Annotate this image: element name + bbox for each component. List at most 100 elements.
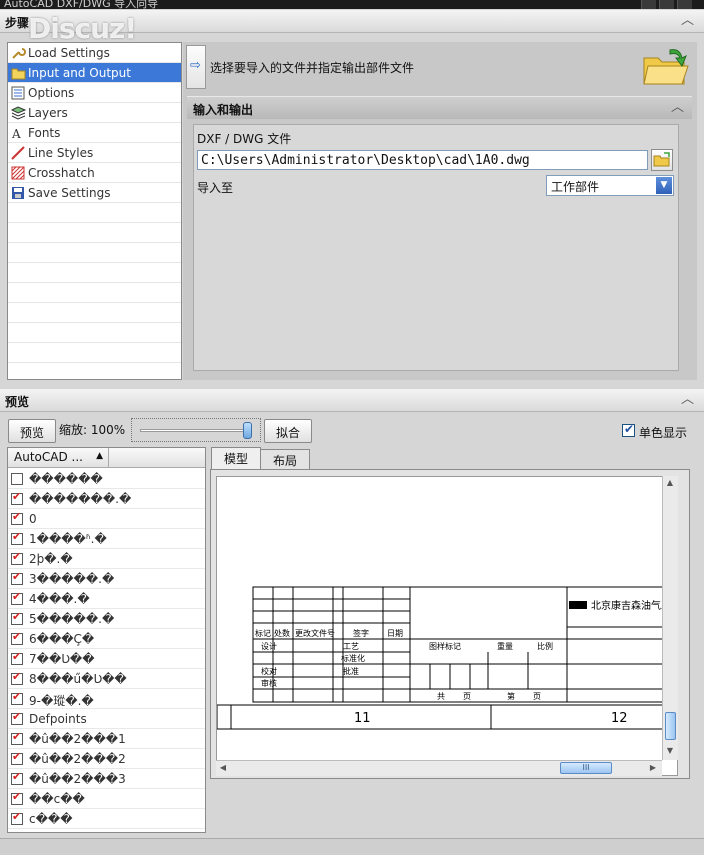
collapse-icon[interactable]: ︿: [681, 14, 694, 27]
horizontal-scroll-thumb[interactable]: III: [560, 762, 612, 774]
layer-checkbox[interactable]: [11, 530, 23, 545]
collapse-icon[interactable]: ︿: [671, 101, 684, 114]
scroll-down-icon[interactable]: ▼: [663, 744, 677, 758]
step-layers[interactable]: Layers: [8, 103, 181, 123]
layer-checkbox[interactable]: [11, 770, 23, 785]
preview-canvas[interactable]: 北京康吉森油气工 标记 处数 更改文件号 签字 日期 设计 工艺 图样标记 重量 比例 标准化 校对 批…: [216, 476, 678, 776]
step-crosshatch[interactable]: Crosshatch: [8, 163, 181, 183]
steps-section-title: 步骤: [5, 16, 30, 30]
layer-row[interactable]: 9-�瑽�.�: [8, 689, 205, 709]
layer-checkbox[interactable]: [11, 750, 23, 765]
step-label: Options: [28, 86, 75, 100]
layer-checkbox[interactable]: [11, 570, 23, 585]
layer-row[interactable]: 6���Ç�: [8, 629, 205, 649]
layer-row[interactable]: 8���ű�Ʋ��: [8, 669, 205, 689]
zoom-label: 缩放: 100%: [59, 423, 126, 437]
monochrome-checkbox[interactable]: ✔: [622, 422, 635, 437]
layer-column-header-filler: [109, 448, 205, 468]
title-block-cell-label: 签字: [353, 628, 369, 638]
layer-row[interactable]: �û��2���1: [8, 729, 205, 749]
layer-checkbox[interactable]: [11, 710, 23, 725]
save-icon: [12, 187, 24, 199]
title-block-cell-label: 标记: [255, 628, 271, 638]
layer-column-header[interactable]: AutoCAD ... ▲: [8, 448, 109, 468]
layer-checkbox[interactable]: [11, 650, 23, 665]
layer-row[interactable]: ��c��: [8, 789, 205, 809]
preview-section-header[interactable]: 预览 ︿: [0, 389, 704, 412]
layer-row[interactable]: 7��Ʋ��: [8, 649, 205, 669]
close-button[interactable]: [677, 0, 692, 9]
step-fonts[interactable]: A Fonts: [8, 123, 181, 143]
step-input-and-output[interactable]: Input and Output: [8, 63, 181, 83]
empty-row: [8, 223, 181, 243]
layer-row[interactable]: 1����ʱ.�: [8, 529, 205, 549]
layer-checkbox[interactable]: [11, 730, 23, 745]
browse-button[interactable]: [651, 149, 673, 171]
layer-row[interactable]: 4���.�: [8, 589, 205, 609]
title-block-cell-label: 更改文件号: [295, 628, 335, 638]
layer-name: 4���.�: [29, 592, 90, 606]
layer-checkbox[interactable]: [11, 473, 23, 485]
step-line-styles[interactable]: Line Styles: [8, 143, 181, 163]
title-block-cell-label: 重量: [497, 641, 513, 651]
title-block-cell-label: 标准化: [341, 653, 365, 663]
layer-checkbox[interactable]: [11, 490, 23, 505]
step-save-settings[interactable]: Save Settings: [8, 183, 181, 203]
layer-row[interactable]: c���: [8, 809, 205, 829]
step-load-settings[interactable]: Load Settings: [8, 43, 181, 63]
title-block-cell-label: 图样标记: [429, 641, 461, 651]
folder-icon: [653, 152, 670, 167]
layer-checkbox[interactable]: [11, 670, 23, 685]
scroll-right-icon[interactable]: ▶: [646, 761, 660, 775]
vertical-scroll-thumb[interactable]: [665, 712, 676, 740]
layer-checkbox[interactable]: [11, 610, 23, 625]
collapse-icon[interactable]: ︿: [681, 393, 694, 406]
dxf-file-path-input[interactable]: C:\Users\Administrator\Desktop\cad\1A0.d…: [197, 150, 648, 170]
layer-row[interactable]: �û��2���3: [8, 769, 205, 789]
zoom-slider[interactable]: [131, 418, 261, 442]
steps-section-header[interactable]: 步骤 Discuz! ︿: [0, 10, 704, 45]
title-block-cell-label: 页: [463, 692, 471, 701]
scroll-left-icon[interactable]: ◀: [216, 761, 230, 775]
layer-row[interactable]: Defpoints: [8, 709, 205, 729]
layer-checkbox[interactable]: [11, 590, 23, 605]
title-block-cell-label: 页: [533, 692, 541, 701]
maximize-button[interactable]: [659, 0, 674, 9]
layer-checkbox[interactable]: [11, 550, 23, 565]
tab-layout[interactable]: 布局: [260, 449, 311, 470]
io-section-header[interactable]: 输入和输出 ︿: [187, 96, 692, 119]
check-icon: ✔: [624, 422, 635, 436]
title-block-cell-label: 审核: [261, 678, 277, 688]
layer-row[interactable]: �������.�: [8, 489, 205, 509]
title-block-cell-label: 第: [507, 691, 515, 701]
step-label: Save Settings: [28, 186, 111, 200]
layer-row[interactable]: ������: [8, 469, 205, 489]
import-to-select[interactable]: 工作部件 ▼: [546, 175, 674, 196]
step-arrow-button[interactable]: ⇨: [186, 45, 206, 89]
layer-checkbox[interactable]: [11, 510, 23, 525]
layer-checkbox[interactable]: [11, 790, 23, 805]
tab-model[interactable]: 模型: [211, 447, 262, 470]
zoom-slider-track: [140, 429, 250, 432]
layer-row[interactable]: 3�����.�: [8, 569, 205, 589]
layer-name: 9-�瑽�.�: [29, 694, 94, 708]
step-options[interactable]: Options: [8, 83, 181, 103]
title-block-cell-label: 日期: [387, 629, 403, 638]
layer-checkbox[interactable]: [11, 630, 23, 645]
chevron-down-icon[interactable]: ▼: [656, 177, 672, 194]
minimize-button[interactable]: [641, 0, 656, 9]
zoom-slider-thumb[interactable]: [243, 422, 252, 439]
layer-row[interactable]: 0: [8, 509, 205, 529]
layer-checkbox[interactable]: [11, 690, 23, 705]
title-block-cell-label: 处数: [274, 628, 290, 638]
grid-number: 11: [354, 711, 371, 726]
svg-text:A: A: [11, 127, 21, 140]
fit-button[interactable]: 拟合: [264, 419, 312, 443]
monochrome-label: 单色显示: [639, 426, 688, 440]
preview-button[interactable]: 预览: [8, 419, 56, 443]
layer-row[interactable]: 2þ�.�: [8, 549, 205, 569]
layer-row[interactable]: 5�����.�: [8, 609, 205, 629]
scroll-up-icon[interactable]: ▲: [663, 476, 677, 490]
layer-row[interactable]: �û��2���2: [8, 749, 205, 769]
layer-checkbox[interactable]: [11, 810, 23, 825]
